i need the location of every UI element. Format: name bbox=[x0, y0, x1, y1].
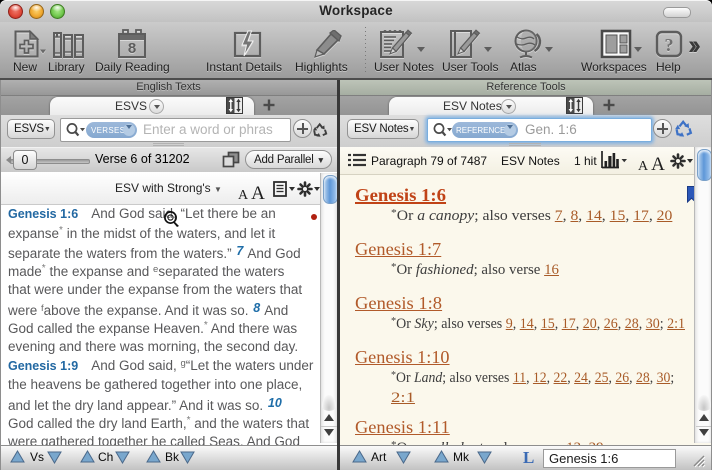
svg-text:8: 8 bbox=[128, 40, 136, 57]
svg-text:?: ? bbox=[665, 35, 674, 55]
